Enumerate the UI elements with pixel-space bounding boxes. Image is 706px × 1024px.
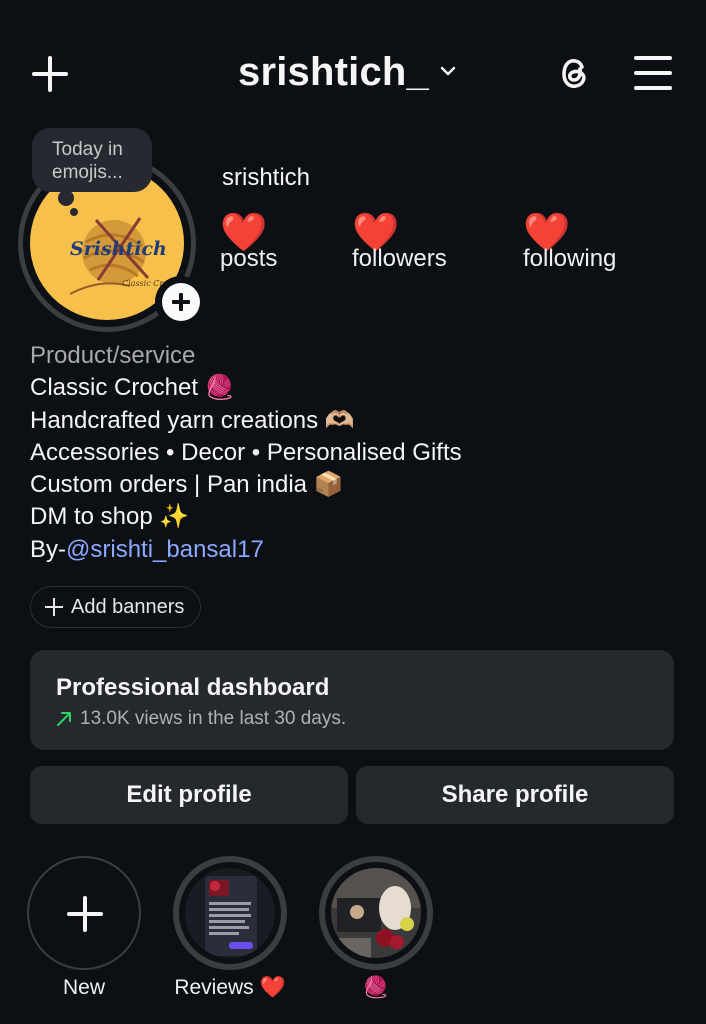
username-title: srishtich_ [238,50,429,94]
dashboard-subtitle: 13.0K views in the last 30 days. [80,708,347,729]
posts-label: posts [220,245,278,272]
threads-icon[interactable] [553,52,595,94]
highlight-new[interactable]: New [26,856,142,1000]
trend-up-arrow-icon [57,712,71,726]
bio-line: Accessories • Decor • Personalised Gifts [30,438,462,466]
note-bubble-tail-small [70,208,78,216]
following-stat[interactable]: ❤️ following [523,212,616,282]
highlight-ring [173,856,287,970]
new-highlight-plus-icon [27,856,141,970]
dashboard-subtitle-row: 13.0K views in the last 30 days. [56,708,648,730]
menu-icon[interactable] [634,56,672,90]
bio: Product/service Classic Crochet 🧶 Handcr… [30,340,680,566]
highlight-reviews[interactable]: Reviews ❤️ [172,856,288,1000]
followers-stat[interactable]: ❤️ followers [352,212,447,282]
note-bubble[interactable]: Today in emojis... [32,128,152,192]
yarn-thumbnail [331,868,421,958]
bio-by-line: By-@srishti_bansal17 [30,534,680,566]
posts-stat[interactable]: ❤️ posts [220,212,277,282]
display-name: srishtich [222,164,311,191]
highlight-label: Reviews ❤️ [174,976,286,999]
followers-label: followers [352,245,447,272]
add-banners-button[interactable]: Add banners [30,586,202,628]
chevron-down-icon [440,66,456,75]
dashboard-title: Professional dashboard [56,674,330,701]
bio-line: Classic Crochet 🧶 [30,374,235,402]
avatar-brand-text: Srishtich [70,238,167,260]
share-profile-button[interactable]: Share profile [356,766,674,824]
add-banners-label: Add banners [71,595,185,618]
create-plus-icon[interactable] [30,54,70,94]
account-switcher[interactable]: srishtich_ [238,50,457,95]
add-story-button[interactable] [155,276,207,328]
bio-category: Product/service [30,342,196,369]
bio-line: Custom orders | Pan india 📦 [30,471,344,499]
profile-page: srishtich_ Srishtich Classic Crochet Tod… [0,0,706,1024]
professional-dashboard-card[interactable]: Professional dashboard 13.0K views in th… [30,650,674,750]
reviews-thumbnail [185,868,275,958]
top-bar: srishtich_ [0,40,706,104]
add-plus-icon [162,283,200,321]
note-bubble-tail [58,190,74,206]
bio-mention-link[interactable]: @srishti_bansal17 [66,536,264,563]
bio-by-prefix: By- [30,535,66,563]
bio-line: DM to shop ✨ [30,503,190,531]
highlight-label: New [62,976,105,999]
edit-profile-button[interactable]: Edit profile [30,766,348,824]
following-label: following [523,245,617,272]
note-text: Today in emojis... [52,139,123,183]
plus-icon [45,598,63,616]
highlight-label: 🧶 [362,976,390,999]
highlight-yarn[interactable]: 🧶 [318,856,434,1000]
bio-line: Handcrafted yarn creations 🫶🏼 [30,406,355,434]
highlight-ring [319,856,433,970]
